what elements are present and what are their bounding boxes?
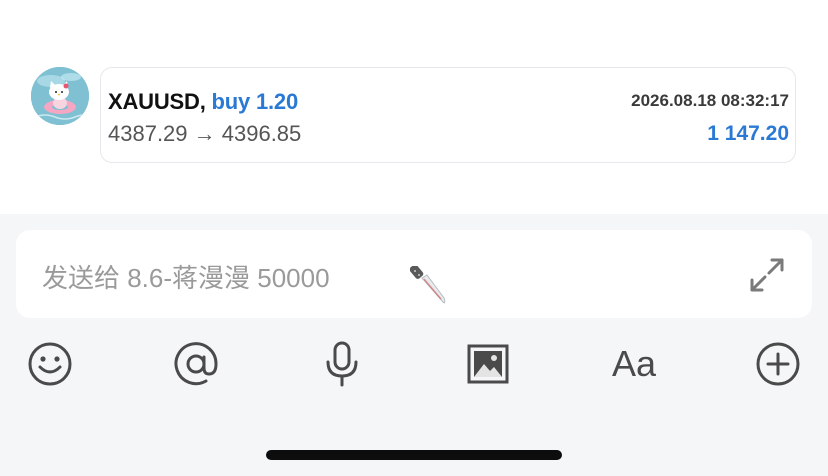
expand-arrows-icon[interactable] xyxy=(748,256,786,294)
text-format-button[interactable]: Aa xyxy=(606,340,662,388)
kitchen-knife-icon xyxy=(410,266,446,304)
trade-price-change: 4387.29 → 4396.85 xyxy=(108,121,302,146)
smiley-face-icon xyxy=(28,342,72,386)
home-indicator[interactable] xyxy=(266,450,562,460)
image-button[interactable] xyxy=(464,340,512,388)
composer-toolbar: Aa xyxy=(0,334,828,394)
trade-volume: 1.20 xyxy=(255,89,299,114)
microphone-icon xyxy=(326,341,358,387)
trade-header: XAUUSD, buy 1.20 xyxy=(108,89,298,115)
input-placeholder: 发送给 8.6-蒋漫漫 50000 xyxy=(42,263,330,293)
hello-kitty-avatar-icon xyxy=(31,67,89,125)
at-sign-icon xyxy=(174,342,218,386)
trade-symbol: XAUUSD, xyxy=(108,89,206,114)
trade-side: buy xyxy=(211,89,251,114)
message-input[interactable]: 发送给 8.6-蒋漫漫 50000 xyxy=(16,230,812,318)
more-button[interactable] xyxy=(754,340,802,388)
trade-notification-card[interactable]: XAUUSD, buy 1.20 4387.29 → 4396.85 2026.… xyxy=(100,67,796,163)
emoji-button[interactable] xyxy=(26,340,74,388)
voice-button[interactable] xyxy=(318,340,366,388)
trade-profit: 1 147.20 xyxy=(707,122,789,145)
chat-area: XAUUSD, buy 1.20 4387.29 → 4396.85 2026.… xyxy=(0,0,828,214)
trade-timestamp: 2026.08.18 08:32:17 xyxy=(631,91,789,110)
plus-circle-icon xyxy=(756,342,800,386)
mention-button[interactable] xyxy=(172,340,220,388)
message-composer: 发送给 8.6-蒋漫漫 50000 Aa xyxy=(0,214,828,476)
image-icon xyxy=(467,344,509,384)
avatar[interactable] xyxy=(31,67,89,125)
